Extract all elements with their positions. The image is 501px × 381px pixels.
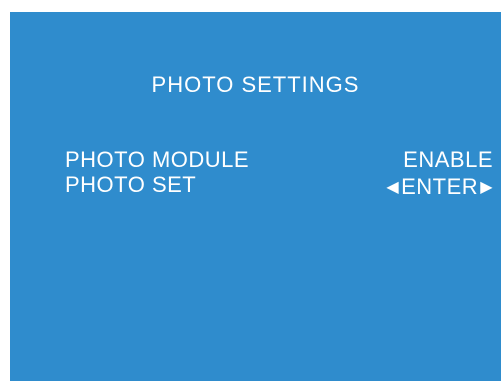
right-triangle-icon[interactable]: ▶ <box>480 177 493 197</box>
left-triangle-icon[interactable]: ◀ <box>386 177 399 197</box>
osd-screen: PHOTO SETTINGS PHOTO MODULE ENABLE PHOTO… <box>10 12 501 381</box>
menu-title: PHOTO SETTINGS <box>151 72 360 97</box>
photo-set-value[interactable]: ◀ ENTER ▶ <box>386 172 493 200</box>
photo-module-label[interactable]: PHOTO MODULE <box>65 147 249 173</box>
photo-module-value[interactable]: ENABLE <box>403 147 493 173</box>
photo-set-enter-text: ENTER <box>401 174 479 199</box>
photo-set-label[interactable]: PHOTO SET <box>65 172 196 198</box>
